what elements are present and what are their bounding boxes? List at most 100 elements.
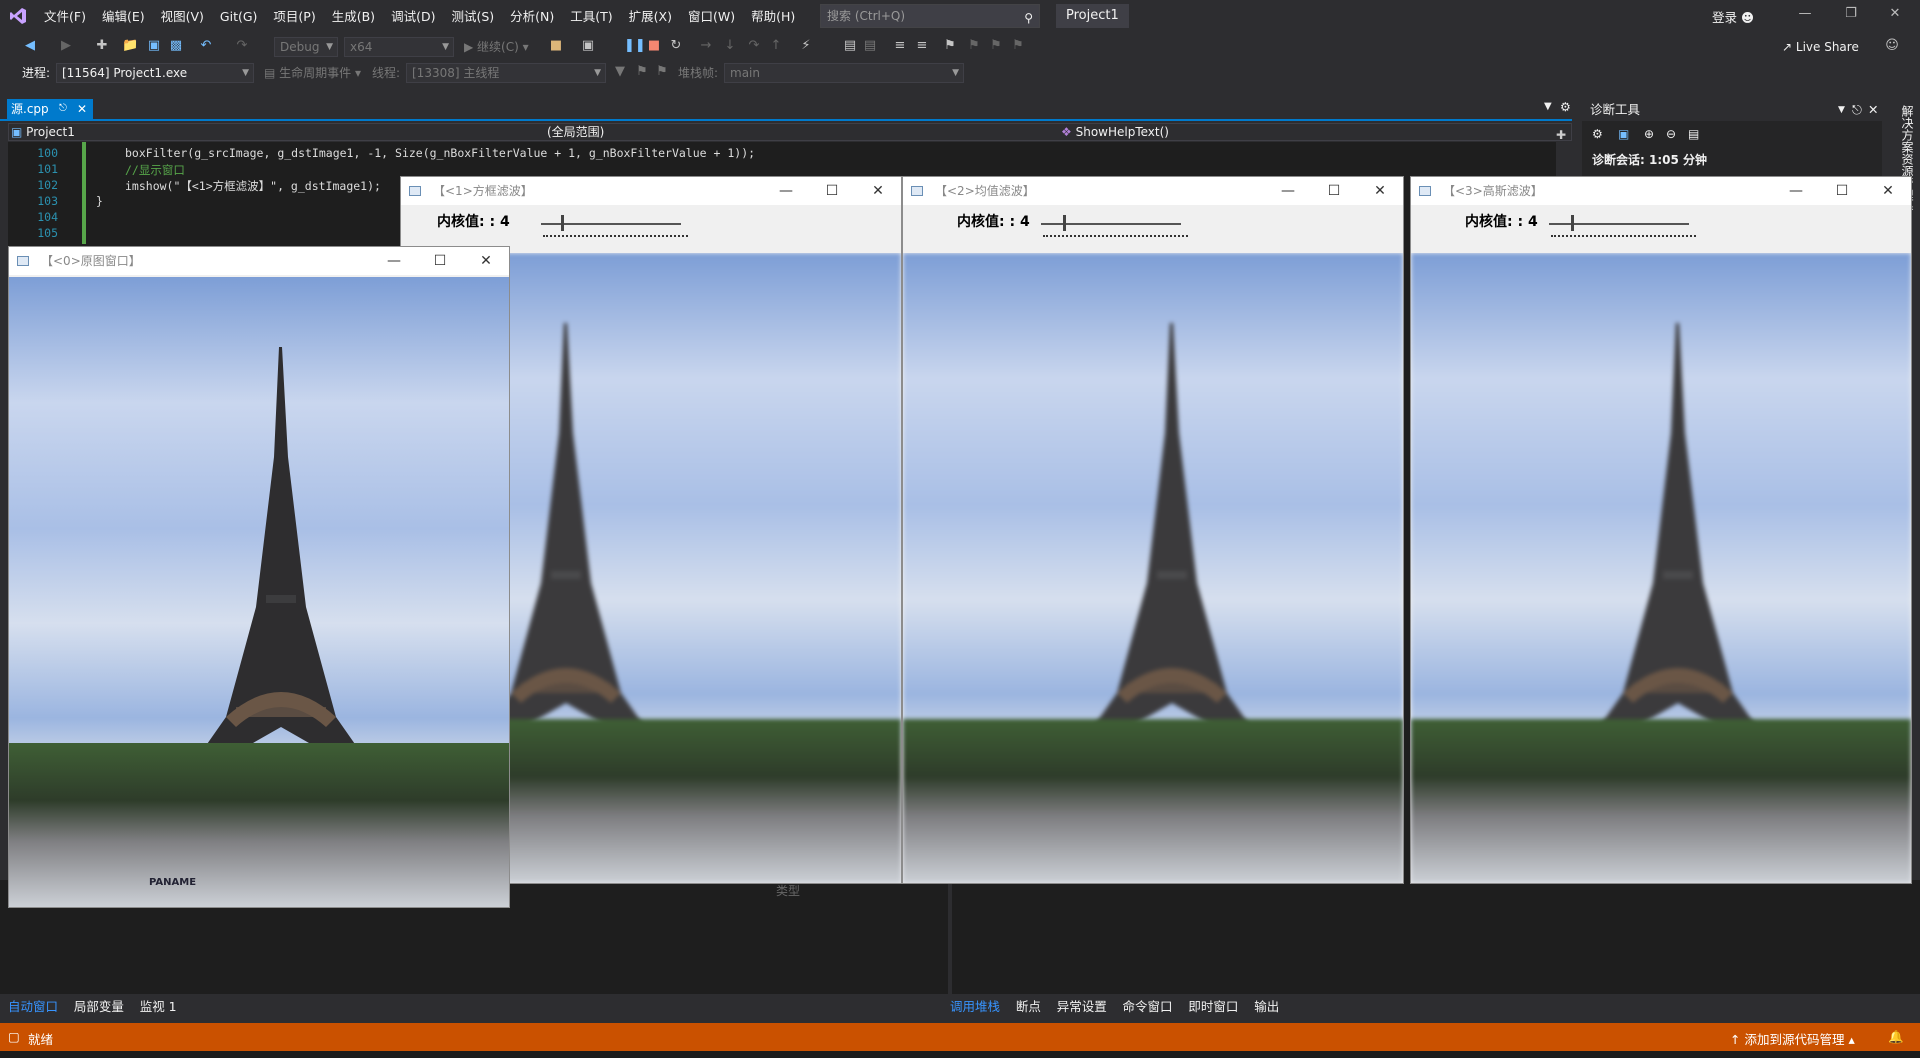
show-next-statement-icon[interactable]: → xyxy=(698,38,714,54)
kernel-slider[interactable] xyxy=(1041,223,1181,225)
menu-debug[interactable]: 调试(D) xyxy=(383,0,443,33)
close-tab-icon[interactable]: ✕ xyxy=(77,99,87,119)
kernel-slider-thumb[interactable] xyxy=(1063,215,1066,231)
tab-source-cpp[interactable]: 源.cpp ⎋ ✕ xyxy=(7,99,93,119)
maximize-icon[interactable]: ☐ xyxy=(1311,177,1357,205)
menu-tools[interactable]: 工具(T) xyxy=(562,0,620,33)
menu-edit[interactable]: 编辑(E) xyxy=(94,0,153,33)
platform-select[interactable]: x64 ▼ xyxy=(344,37,454,57)
minimize-icon[interactable]: — xyxy=(763,177,809,205)
live-share-button[interactable]: ↗ Live Share xyxy=(1782,37,1859,57)
close-icon[interactable]: ✕ xyxy=(1880,6,1910,21)
pause-icon[interactable]: ❚❚ xyxy=(624,38,646,54)
close-icon[interactable]: ✕ xyxy=(1868,99,1878,121)
continue-button[interactable]: ▶ 继续(C) ▾ xyxy=(464,37,529,57)
gaussian-filter-window[interactable]: 【<3>高斯滤波】 — ☐ ✕ 内核值: : 4 xyxy=(1410,176,1912,884)
hot-reload-icon[interactable]: ⚡ xyxy=(798,38,814,54)
tab-breakpoints[interactable]: 断点 xyxy=(1016,997,1041,1017)
kernel-slider[interactable] xyxy=(1549,223,1689,225)
menu-analyze[interactable]: 分析(N) xyxy=(502,0,562,33)
minimize-icon[interactable]: — xyxy=(1773,177,1819,205)
save-icon[interactable]: ▣ xyxy=(146,38,162,54)
search-input[interactable]: 搜索 (Ctrl+Q) ⚲ xyxy=(820,4,1040,28)
bookmark-icon[interactable]: ⚑ xyxy=(942,38,958,54)
maximize-icon[interactable]: ❐ xyxy=(1836,6,1866,21)
disable-icon[interactable]: ▤ xyxy=(862,38,878,54)
settings-gear-icon[interactable]: ⚙ xyxy=(1592,127,1603,141)
minimize-icon[interactable]: — xyxy=(371,247,417,275)
close-icon[interactable]: ✕ xyxy=(1357,177,1403,205)
feedback-icon[interactable]: ☺ xyxy=(1884,38,1900,54)
stack-frame-select[interactable]: main ▼ xyxy=(724,63,964,83)
export-icon[interactable]: ▣ xyxy=(1618,127,1629,141)
new-project-icon[interactable]: ✚ xyxy=(94,38,110,54)
minimize-icon[interactable]: — xyxy=(1265,177,1311,205)
restart-icon[interactable]: ↻ xyxy=(668,38,684,54)
zoom-in-icon[interactable]: ⊕ xyxy=(1644,127,1654,141)
kernel-slider-thumb[interactable] xyxy=(1571,215,1574,231)
tab-autos[interactable]: 自动窗口 xyxy=(8,997,58,1017)
call-stack-panel[interactable] xyxy=(948,880,1900,994)
source-control-button[interactable]: ↑ 添加到源代码管理 ▴ xyxy=(1730,1029,1855,1048)
reset-zoom-icon[interactable]: ▤ xyxy=(1688,127,1699,141)
login-button[interactable]: 登录 ☻ xyxy=(1712,7,1754,26)
notifications-icon[interactable]: 🔔 xyxy=(1888,1029,1904,1045)
open-folder-icon[interactable]: 📁 xyxy=(122,38,138,54)
prev-bookmark-icon[interactable]: ⚑ xyxy=(966,38,982,54)
attach-icon[interactable]: ■ xyxy=(548,38,564,54)
close-icon[interactable]: ✕ xyxy=(463,247,509,275)
maximize-icon[interactable]: ☐ xyxy=(809,177,855,205)
forward-icon[interactable]: ▶ xyxy=(58,38,74,54)
comment-icon[interactable]: ≡ xyxy=(892,38,908,54)
breakpoints-icon[interactable]: ▤ xyxy=(842,38,858,54)
close-icon[interactable]: ✕ xyxy=(855,177,901,205)
tab-locals[interactable]: 局部变量 xyxy=(74,997,124,1017)
undo-icon[interactable]: ↶ xyxy=(198,38,214,54)
tab-call-stack[interactable]: 调用堆栈 xyxy=(950,997,1000,1017)
tab-watch[interactable]: 监视 1 xyxy=(140,997,177,1017)
tab-exception-settings[interactable]: 异常设置 xyxy=(1057,997,1107,1017)
back-icon[interactable]: ◀ xyxy=(22,38,38,54)
kernel-slider-thumb[interactable] xyxy=(561,215,564,231)
chevron-down-icon[interactable]: ▼ xyxy=(1838,99,1845,121)
step-over-icon[interactable]: ↷ xyxy=(746,38,762,54)
close-icon[interactable]: ✕ xyxy=(1865,177,1911,205)
menu-test[interactable]: 测试(S) xyxy=(443,0,502,33)
menu-window[interactable]: 窗口(W) xyxy=(680,0,743,33)
lifecycle-events-button[interactable]: ▤ 生命周期事件 ▾ xyxy=(264,63,361,83)
camera-icon[interactable]: ▣ xyxy=(580,38,596,54)
nav-scope[interactable]: (全局范围) xyxy=(547,124,604,140)
menu-view[interactable]: 视图(V) xyxy=(153,0,212,33)
tab-output[interactable]: 输出 xyxy=(1254,997,1279,1017)
config-select[interactable]: Debug ▼ xyxy=(274,37,338,57)
original-image-window[interactable]: 【<0>原图窗口】 — ☐ ✕ PANAME xyxy=(8,246,510,908)
menu-git[interactable]: Git(G) xyxy=(212,0,266,33)
menu-project[interactable]: 项目(P) xyxy=(265,0,323,33)
maximize-icon[interactable]: ☐ xyxy=(417,247,463,275)
menu-build[interactable]: 生成(B) xyxy=(324,0,383,33)
process-select[interactable]: [11564] Project1.exe ▼ xyxy=(56,63,254,83)
settings-gear-icon[interactable]: ⚙ xyxy=(1560,100,1571,114)
tab-immediate-window[interactable]: 即时窗口 xyxy=(1188,997,1238,1017)
mean-filter-window[interactable]: 【<2>均值滤波】 — ☐ ✕ 内核值: : 4 xyxy=(902,176,1404,884)
filter-icon[interactable]: ▼ xyxy=(612,64,628,80)
menu-file[interactable]: 文件(F) xyxy=(36,0,94,33)
step-out-icon[interactable]: ↑ xyxy=(768,38,784,54)
minimize-icon[interactable]: — xyxy=(1790,6,1820,21)
tab-command-window[interactable]: 命令窗口 xyxy=(1123,997,1173,1017)
pin-icon[interactable]: ⎋ xyxy=(1852,99,1862,121)
split-icon[interactable]: ✚ xyxy=(1556,128,1566,142)
save-all-icon[interactable]: ▩ xyxy=(168,38,184,54)
nav-function[interactable]: ❖ ShowHelpText() xyxy=(1061,124,1169,140)
maximize-icon[interactable]: ☐ xyxy=(1819,177,1865,205)
tab-list-icon[interactable]: ▼ xyxy=(1544,101,1552,112)
stop-icon[interactable]: ■ xyxy=(646,38,662,54)
uncomment-icon[interactable]: ≡ xyxy=(914,38,930,54)
zoom-out-icon[interactable]: ⊖ xyxy=(1666,127,1676,141)
menu-help[interactable]: 帮助(H) xyxy=(743,0,803,33)
step-into-icon[interactable]: ↓ xyxy=(722,38,738,54)
menu-extensions[interactable]: 扩展(X) xyxy=(621,0,680,33)
flag-icon[interactable]: ⚑ xyxy=(634,64,650,80)
next-bookmark-icon[interactable]: ⚑ xyxy=(988,38,1004,54)
thread-select[interactable]: [13308] 主线程 ▼ xyxy=(406,63,606,83)
